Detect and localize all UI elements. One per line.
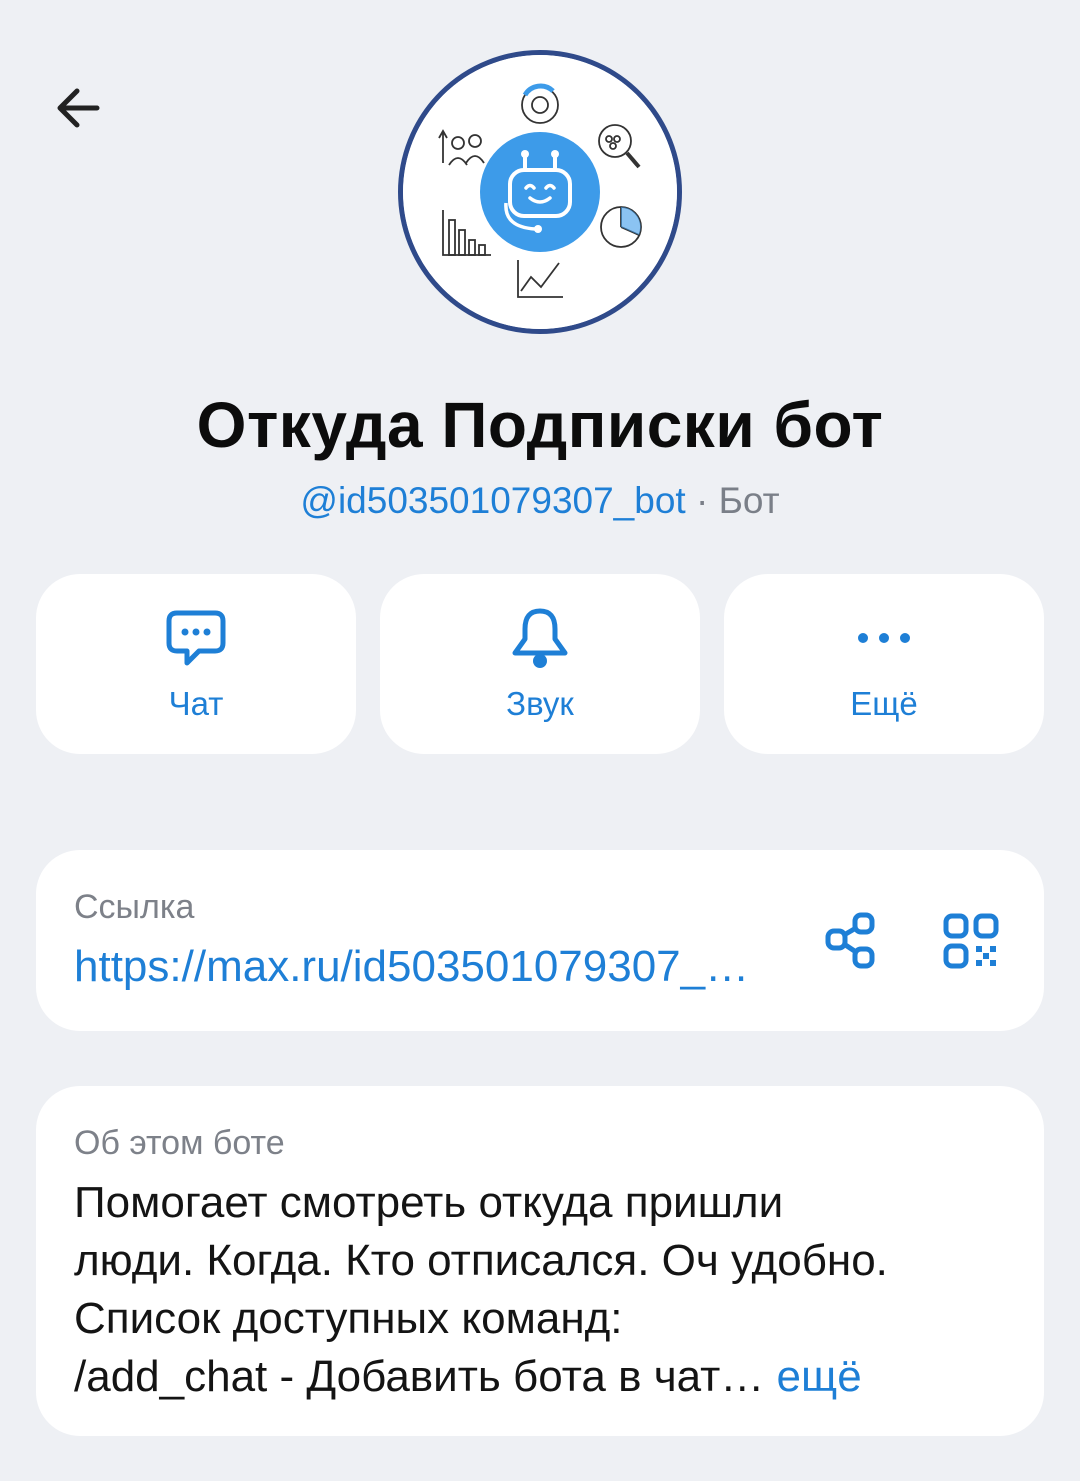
action-buttons: Чат Звук Ещё [36,574,1044,754]
qr-code-icon [943,913,999,969]
share-button[interactable] [816,906,886,976]
sound-button-label: Звук [506,685,574,722]
about-label: Об этом боте [74,1124,285,1162]
link-card: Ссылка https://max.ru/id503501079307_bot [36,850,1044,1031]
sound-button[interactable]: Звук [380,574,700,754]
profile-link[interactable]: https://max.ru/id503501079307_bot [74,942,764,992]
qr-code-button[interactable] [936,906,1006,976]
share-icon [825,912,875,969]
about-line: Список доступных команд: [74,1294,623,1343]
back-button[interactable] [46,76,110,140]
about-line: люди. Когда. Кто отписался. Оч удобно. [74,1236,888,1285]
chat-button-label: Чат [168,685,224,722]
about-card: Об этом боте Помогает смотреть откуда пр… [36,1086,1044,1436]
more-dots-icon [858,633,910,643]
more-button[interactable]: Ещё [724,574,1044,754]
bot-username[interactable]: @id503501079307_bot [300,480,685,521]
link-label: Ссылка [74,888,195,926]
about-line-last: /add_chat - Добавить бота в чат… ещё [74,1348,1014,1406]
bot-profile-screen: Откуда Подписки бот @id503501079307_bot … [0,0,1080,1481]
subtitle-separator: · [695,480,709,521]
about-line-text: /add_chat - Добавить бота в чат… [74,1352,765,1401]
bot-avatar[interactable] [398,50,682,334]
bot-name: Откуда Подписки бот [196,389,884,461]
bot-subtitle: @id503501079307_bot · Бот [0,480,1080,522]
show-more-link[interactable]: ещё [777,1352,862,1401]
chat-bubble-icon [166,610,226,666]
bot-face-icon [480,132,600,252]
about-description: Помогает смотреть откуда пришли люди. Ко… [74,1174,1014,1406]
chat-button[interactable]: Чат [36,574,356,754]
bell-icon [512,608,568,668]
arrow-left-icon [57,88,100,128]
more-button-label: Ещё [850,685,918,722]
bot-avatar-illustration [403,55,677,329]
about-line: Помогает смотреть откуда пришли [74,1178,784,1227]
bot-kind-label: Бот [718,480,780,521]
